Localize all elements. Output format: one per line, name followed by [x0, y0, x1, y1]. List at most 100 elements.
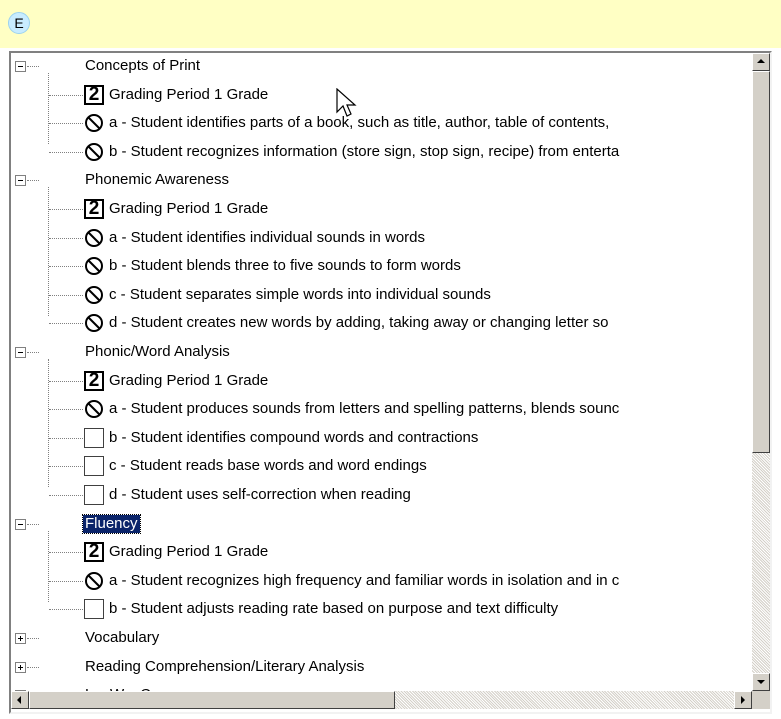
grade-2-icon[interactable]: 2	[84, 84, 104, 105]
tree-item[interactable]: a - Student produces sounds from letters…	[11, 396, 752, 424]
category-label[interactable]: Phonic/Word Analysis	[83, 343, 232, 361]
category-row[interactable]: Fluency	[11, 511, 752, 539]
e-badge[interactable]: E	[8, 12, 30, 34]
not-allowed-icon[interactable]	[84, 142, 104, 162]
item-label: a - Student identifies parts of a book, …	[109, 114, 610, 132]
item-label: a - Student produces sounds from letters…	[109, 400, 620, 418]
collapse-icon[interactable]	[15, 175, 26, 187]
tree-connector	[49, 237, 83, 239]
item-label: a - Student recognizes high frequency an…	[109, 571, 620, 589]
tree-connector	[27, 638, 39, 639]
category-row[interactable]: L... W... C...	[11, 682, 752, 691]
mouse-cursor-icon	[336, 88, 357, 117]
item-label: d - Student uses self-correction when re…	[109, 486, 411, 503]
tree-item[interactable]: a - Student identifies parts of a book, …	[11, 110, 752, 138]
category-row[interactable]: Reading Comprehension/Literary Analysis	[11, 654, 752, 682]
empty-box-icon[interactable]	[84, 427, 104, 448]
tree-connector	[49, 380, 83, 382]
scrollbar-corner	[752, 691, 770, 709]
tree-view[interactable]: Concepts of Print 2 Grading Period 1 Grade…	[11, 53, 752, 691]
tree-connector	[49, 94, 83, 96]
item-label: b - Student adjusts reading rate based o…	[109, 600, 559, 618]
empty-box-icon[interactable]	[84, 599, 104, 620]
category-label[interactable]: Concepts of Print	[83, 57, 202, 75]
category-row[interactable]: Concepts of Print	[11, 53, 752, 81]
expand-icon[interactable]	[15, 661, 26, 673]
horizontal-scrollbar[interactable]	[11, 691, 752, 709]
not-allowed-icon[interactable]	[84, 399, 104, 419]
arrow-up-icon	[757, 59, 765, 63]
tree-connector	[49, 266, 83, 268]
collapse-icon[interactable]	[15, 347, 26, 358]
empty-box-icon[interactable]	[84, 485, 104, 505]
vertical-scrollbar[interactable]	[752, 53, 770, 691]
category-row[interactable]: Vocabulary	[11, 625, 752, 653]
tree-item[interactable]: b - Student identifies compound words an…	[11, 425, 752, 453]
tree-connector	[27, 523, 39, 525]
grade-2-icon[interactable]: 2	[84, 199, 104, 219]
grade-2-icon[interactable]: 2	[84, 542, 104, 563]
arrow-left-icon	[17, 696, 21, 704]
scroll-up-button[interactable]	[752, 53, 770, 71]
tree-connector	[49, 437, 83, 439]
category-label[interactable]: Phonemic Awareness	[83, 171, 231, 189]
not-allowed-icon[interactable]	[84, 313, 104, 333]
item-label: Grading Period 1 Grade	[109, 543, 269, 561]
scroll-down-button[interactable]	[752, 673, 770, 691]
item-label: b - Student blends three to five sounds …	[109, 257, 461, 275]
tree-item[interactable]: 2 Grading Period 1 Grade	[11, 196, 752, 224]
item-label: Grading Period 1 Grade	[109, 371, 269, 389]
tree-item[interactable]: d - Student uses self-correction when re…	[11, 482, 752, 510]
arrow-right-icon	[741, 696, 745, 704]
category-row[interactable]: Phonemic Awareness	[11, 167, 752, 195]
not-allowed-icon[interactable]	[84, 228, 104, 248]
tree-connector	[27, 66, 39, 67]
tree-connector	[49, 552, 83, 554]
category-row[interactable]: Phonic/Word Analysis	[11, 339, 752, 367]
tree-item[interactable]: 2 Grading Period 1 Grade	[11, 539, 752, 567]
tree-connector	[49, 294, 83, 296]
item-label: d - Student creates new words by adding,…	[109, 314, 609, 332]
tree-connector	[27, 180, 39, 182]
item-label: Grading Period 1 Grade	[109, 200, 269, 217]
tree-connector	[49, 609, 83, 611]
empty-box-icon[interactable]	[84, 456, 104, 477]
tree-connector	[49, 495, 83, 496]
tree-item[interactable]: b - Student recognizes information (stor…	[11, 139, 752, 167]
item-label: Grading Period 1 Grade	[109, 85, 269, 103]
item-label: c - Student separates simple words into …	[109, 285, 491, 303]
category-label[interactable]: Fluency	[82, 513, 141, 534]
expand-icon[interactable]	[15, 633, 26, 644]
tree-connector	[49, 466, 83, 468]
item-label: b - Student recognizes information (stor…	[109, 142, 620, 160]
collapse-icon[interactable]	[15, 518, 26, 530]
grade-2-icon[interactable]: 2	[84, 370, 104, 391]
not-allowed-icon[interactable]	[84, 571, 104, 591]
tree-connector	[49, 409, 83, 411]
vertical-scroll-thumb[interactable]	[752, 71, 770, 453]
tree-item[interactable]: 2 Grading Period 1 Grade	[11, 82, 752, 110]
tree-item[interactable]: a - Student identifies individual sounds…	[11, 225, 752, 253]
tree-item[interactable]: d - Student creates new words by adding,…	[11, 310, 752, 338]
category-label[interactable]: Reading Comprehension/Literary Analysis	[83, 658, 366, 676]
item-label: c - Student reads base words and word en…	[109, 457, 427, 475]
arrow-down-icon	[757, 680, 765, 684]
collapse-icon[interactable]	[15, 61, 26, 72]
not-allowed-icon[interactable]	[84, 256, 104, 276]
tree-connector	[49, 323, 83, 325]
scroll-left-button[interactable]	[11, 691, 29, 709]
item-label: b - Student identifies compound words an…	[109, 428, 479, 446]
tree-connector	[27, 666, 39, 668]
tree-item[interactable]: c - Student reads base words and word en…	[11, 453, 752, 481]
scroll-right-button[interactable]	[734, 691, 752, 709]
tree-item[interactable]: b - Student adjusts reading rate based o…	[11, 596, 752, 624]
tree-item[interactable]: 2 Grading Period 1 Grade	[11, 368, 752, 396]
horizontal-scroll-thumb[interactable]	[29, 691, 395, 709]
category-label[interactable]: Vocabulary	[83, 629, 161, 647]
tree-item[interactable]: b - Student blends three to five sounds …	[11, 253, 752, 281]
tree-item[interactable]: a - Student recognizes high frequency an…	[11, 568, 752, 596]
not-allowed-icon[interactable]	[84, 113, 104, 133]
tree-item[interactable]: c - Student separates simple words into …	[11, 282, 752, 310]
not-allowed-icon[interactable]	[84, 285, 104, 305]
tree-connector	[49, 151, 83, 153]
